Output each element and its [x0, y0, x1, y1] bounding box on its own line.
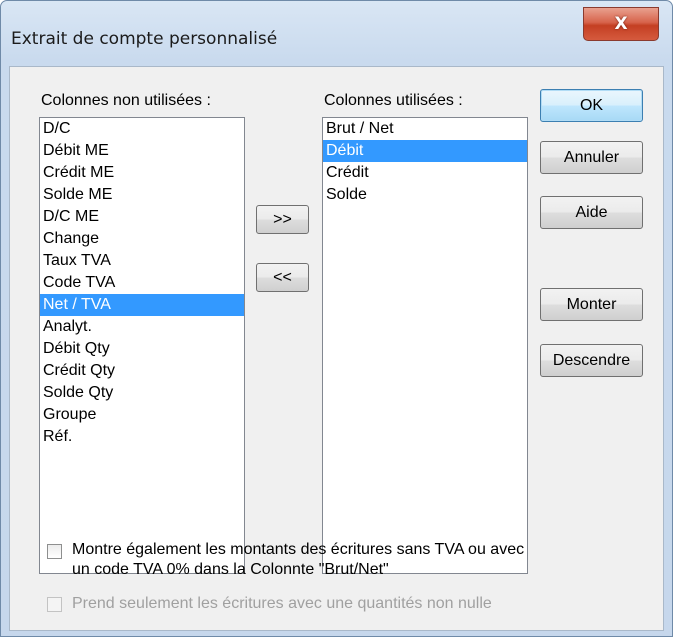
unused-column-list-item[interactable]: Réf. — [40, 426, 244, 448]
used-columns-list[interactable]: Brut / Net Débit Crédit Solde — [322, 117, 528, 574]
show-no-vat-label-line1: Montre également les montants des écritu… — [72, 541, 525, 558]
unused-column-list-item[interactable]: Solde ME — [40, 184, 244, 206]
add-column-button[interactable]: >> — [256, 205, 309, 234]
unused-columns-list[interactable]: D/C Débit ME Crédit ME Solde ME D/C ME Change… — [39, 117, 245, 574]
used-column-list-item[interactable]: Crédit — [323, 162, 527, 184]
move-down-button[interactable]: Descendre — [540, 344, 643, 377]
unused-column-list-item[interactable]: Crédit Qty — [40, 360, 244, 382]
used-column-list-item[interactable]: Brut / Net — [323, 118, 527, 140]
unused-columns-label: Colonnes non utilisées : — [41, 92, 211, 109]
dialog-body: Colonnes non utilisées : D/C Débit ME Créd… — [9, 66, 664, 631]
unused-column-list-item[interactable]: Taux TVA — [40, 250, 244, 272]
show-no-vat-checkbox[interactable] — [47, 544, 62, 559]
unused-column-list-item[interactable]: Crédit ME — [40, 162, 244, 184]
show-no-vat-label-line2: un code TVA 0% dans la Colonnte "Brut/Ne… — [72, 561, 389, 578]
unused-column-list-item[interactable]: D/C ME — [40, 206, 244, 228]
unused-column-list-item[interactable]: Code TVA — [40, 272, 244, 294]
help-button[interactable]: Aide — [540, 196, 643, 229]
unused-column-list-item[interactable]: Analyt. — [40, 316, 244, 338]
nonzero-qty-label: Prend seulement les écritures avec une q… — [72, 595, 492, 612]
remove-column-button[interactable]: << — [256, 263, 309, 292]
ok-button[interactable]: OK — [540, 89, 643, 122]
unused-column-list-item[interactable]: D/C — [40, 118, 244, 140]
unused-column-list-item[interactable]: Change — [40, 228, 244, 250]
used-column-list-item[interactable]: Débit — [323, 140, 527, 162]
close-icon: X — [614, 14, 628, 34]
unused-column-list-item[interactable]: Débit Qty — [40, 338, 244, 360]
close-button[interactable]: X — [583, 7, 659, 41]
unused-column-list-item[interactable]: Groupe — [40, 404, 244, 426]
cancel-button[interactable]: Annuler — [540, 141, 643, 174]
window-title: Extrait de compte personnalisé — [11, 29, 278, 49]
unused-column-list-item[interactable]: Solde Qty — [40, 382, 244, 404]
unused-column-list-item[interactable]: Net / TVA — [40, 294, 244, 316]
used-column-list-item[interactable]: Solde — [323, 184, 527, 206]
move-up-button[interactable]: Monter — [540, 288, 643, 321]
nonzero-qty-checkbox — [47, 597, 62, 612]
dialog-window: Extrait de compte personnalisé X Colonne… — [0, 0, 673, 637]
used-columns-label: Colonnes utilisées : — [324, 92, 463, 109]
unused-column-list-item[interactable]: Débit ME — [40, 140, 244, 162]
